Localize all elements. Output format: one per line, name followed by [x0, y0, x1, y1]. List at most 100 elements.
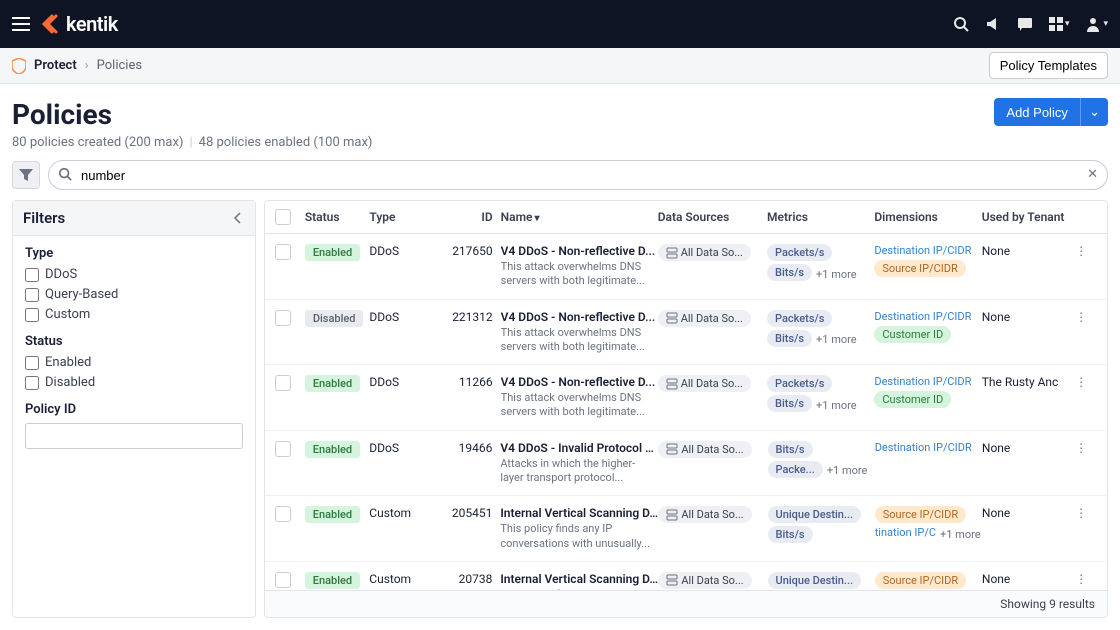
- type-cell: Custom: [369, 572, 444, 586]
- filter-option[interactable]: Enabled: [25, 355, 243, 370]
- table-row[interactable]: EnabledCustom20738Internal Vertical Scan…: [265, 562, 1107, 590]
- data-source-pill[interactable]: All Data So...: [658, 441, 751, 458]
- metric-pill[interactable]: Packe...: [768, 461, 823, 478]
- policy-desc: This attack overwhelms DNS servers with …: [501, 391, 658, 420]
- metric-pill[interactable]: Packets/s: [767, 244, 832, 261]
- policy-templates-button[interactable]: Policy Templates: [989, 52, 1108, 79]
- metric-pill[interactable]: Bits/s: [767, 264, 812, 281]
- row-checkbox[interactable]: [275, 441, 291, 457]
- breadcrumb-root[interactable]: Protect: [34, 58, 77, 73]
- row-checkbox[interactable]: [275, 572, 291, 588]
- filter-checkbox[interactable]: [25, 288, 39, 302]
- page-subtitle: 80 policies created (200 max)|48 policie…: [12, 135, 372, 150]
- filter-checkbox[interactable]: [25, 268, 39, 282]
- row-actions-icon[interactable]: ⋮: [1075, 506, 1087, 520]
- dimension-pill[interactable]: Source IP/CIDR: [875, 506, 966, 523]
- data-source-pill[interactable]: All Data So...: [658, 310, 751, 327]
- dimension-pill[interactable]: Customer ID: [874, 326, 951, 343]
- row-actions-icon[interactable]: ⋮: [1075, 244, 1087, 258]
- chat-icon[interactable]: [1017, 16, 1033, 32]
- filter-checkbox[interactable]: [25, 376, 39, 390]
- table-row[interactable]: EnabledDDoS217650V4 DDoS - Non-reflectiv…: [265, 234, 1107, 300]
- brand-logo[interactable]: kentik: [42, 12, 118, 36]
- col-status[interactable]: Status: [305, 210, 370, 224]
- table-row[interactable]: EnabledDDoS11266V4 DDoS - Non-reflective…: [265, 365, 1107, 431]
- metric-pill[interactable]: Unique Destin...: [768, 572, 862, 589]
- status-badge: Enabled: [305, 441, 360, 458]
- policy-desc: This attack overwhelms DNS servers with …: [501, 326, 658, 355]
- metric-pill[interactable]: Packets/s: [767, 375, 832, 392]
- announce-icon[interactable]: [985, 16, 1001, 32]
- col-sources[interactable]: Data Sources: [658, 210, 767, 224]
- data-source-pill[interactable]: All Data So...: [658, 572, 751, 589]
- tenant-cell: None: [982, 441, 1075, 455]
- data-source-pill[interactable]: All Data So...: [658, 375, 751, 392]
- metric-pill[interactable]: Bits/s: [767, 395, 812, 412]
- dimension-link[interactable]: Destination IP/CIDR: [875, 441, 972, 454]
- user-menu[interactable]: ▾: [1085, 16, 1108, 32]
- filter-checkbox[interactable]: [25, 356, 39, 370]
- tenant-cell: None: [982, 310, 1075, 324]
- policy-id-input[interactable]: [25, 423, 243, 449]
- metric-pill[interactable]: Unique Destin...: [768, 506, 862, 523]
- table-row[interactable]: EnabledDDoS19466V4 DDoS - Invalid Protoc…: [265, 431, 1107, 497]
- row-actions-icon[interactable]: ⋮: [1075, 441, 1087, 455]
- filter-option[interactable]: Custom: [25, 307, 243, 322]
- filters-panel: Filters TypeDDoSQuery-BasedCustomStatusE…: [12, 200, 256, 618]
- row-actions-icon[interactable]: ⋮: [1075, 310, 1087, 324]
- main-menu-button[interactable]: [12, 17, 30, 31]
- dimension-link[interactable]: tination IP/C: [875, 526, 936, 539]
- select-all-checkbox[interactable]: [275, 209, 291, 225]
- dimension-pill[interactable]: Source IP/CIDR: [875, 572, 966, 589]
- filter-option[interactable]: DDoS: [25, 267, 243, 282]
- col-type[interactable]: Type: [369, 210, 445, 224]
- apps-icon[interactable]: ▾: [1049, 17, 1070, 31]
- metric-pill[interactable]: Packets/s: [767, 310, 832, 327]
- filter-option[interactable]: Query-Based: [25, 287, 243, 302]
- type-cell: Custom: [369, 506, 444, 520]
- add-policy-caret[interactable]: ⌄: [1080, 98, 1108, 126]
- policy-desc: This policy finds any IP conversations w…: [500, 522, 658, 551]
- metric-pill[interactable]: Bits/s: [768, 441, 813, 458]
- filter-checkbox[interactable]: [25, 308, 39, 322]
- row-checkbox[interactable]: [275, 244, 291, 260]
- table-row[interactable]: EnabledCustom205451Internal Vertical Sca…: [265, 496, 1107, 562]
- clear-search-icon[interactable]: ✕: [1087, 167, 1098, 182]
- data-source-pill[interactable]: All Data So...: [658, 506, 751, 523]
- metric-pill[interactable]: Bits/s: [767, 330, 812, 347]
- table-row[interactable]: DisabledDDoS221312V4 DDoS - Non-reflecti…: [265, 300, 1107, 366]
- col-dims[interactable]: Dimensions: [874, 210, 981, 224]
- search-input[interactable]: [48, 160, 1108, 190]
- dimension-pill[interactable]: Source IP/CIDR: [874, 260, 965, 277]
- col-id[interactable]: ID: [445, 210, 501, 224]
- dimension-link[interactable]: Destination IP/CIDR: [874, 375, 971, 388]
- row-actions-icon[interactable]: ⋮: [1075, 572, 1087, 586]
- tenant-cell: None: [982, 506, 1075, 520]
- funnel-icon: [19, 169, 33, 181]
- search-icon[interactable]: [953, 16, 969, 32]
- col-name[interactable]: Name: [501, 210, 658, 224]
- logo-mark-icon: [42, 14, 62, 34]
- filter-group-title: Type: [25, 246, 243, 261]
- row-checkbox[interactable]: [275, 310, 291, 326]
- dimension-pill[interactable]: Customer ID: [874, 391, 951, 408]
- row-checkbox[interactable]: [275, 506, 291, 522]
- dimension-link[interactable]: Destination IP/CIDR: [874, 244, 971, 257]
- row-checkbox[interactable]: [275, 375, 291, 391]
- row-actions-icon[interactable]: ⋮: [1075, 375, 1087, 389]
- policy-name: V4 DDoS - Invalid Protocol F...: [500, 441, 658, 455]
- dimension-link[interactable]: Destination IP/CIDR: [874, 310, 971, 323]
- type-cell: DDoS: [369, 310, 445, 324]
- metric-pill[interactable]: Bits/s: [768, 526, 813, 543]
- col-metrics[interactable]: Metrics: [767, 210, 874, 224]
- col-tenant[interactable]: Used by Tenant: [982, 210, 1075, 224]
- filter-option[interactable]: Disabled: [25, 375, 243, 390]
- breadcrumb: Protect › Policies: [12, 58, 142, 74]
- collapse-filters-icon[interactable]: [231, 211, 245, 225]
- policy-name: V4 DDoS - Non-reflective D...: [501, 244, 658, 258]
- filter-toggle-button[interactable]: [12, 161, 40, 189]
- data-source-pill[interactable]: All Data So...: [658, 244, 751, 261]
- breadcrumb-current: Policies: [97, 58, 142, 73]
- add-policy-button[interactable]: Add Policy: [994, 98, 1079, 126]
- id-cell: 20738: [445, 572, 501, 586]
